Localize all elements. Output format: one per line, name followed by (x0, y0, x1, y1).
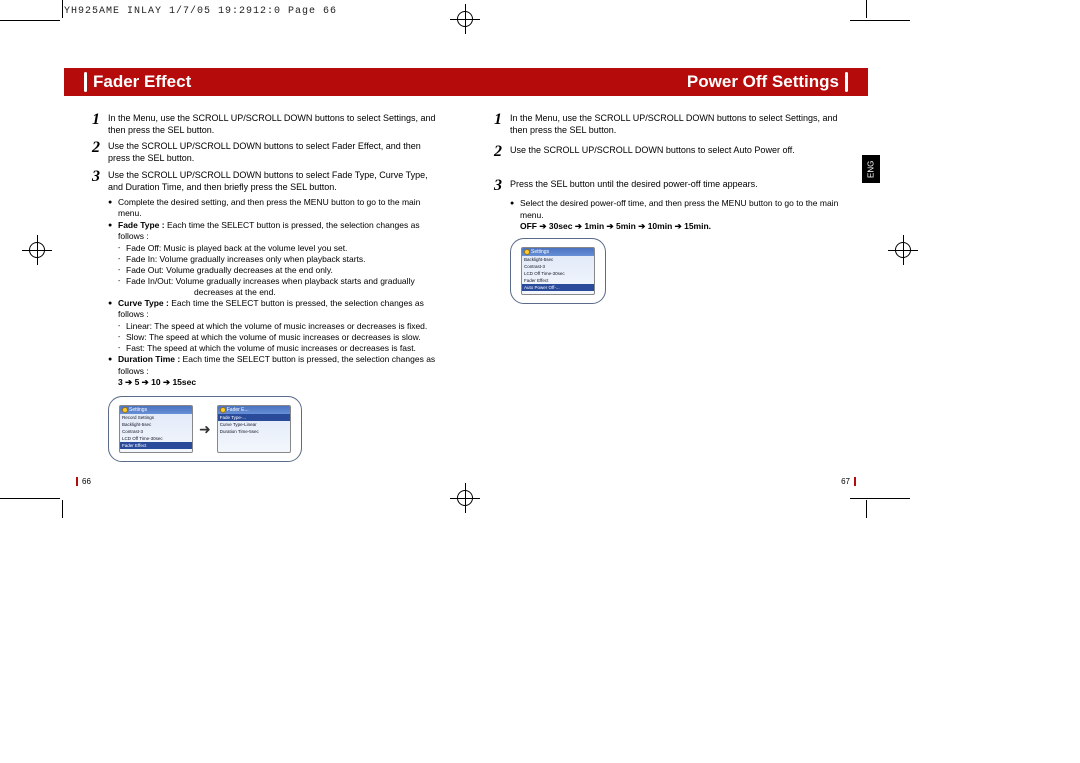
bullet-lead: Curve Type : (118, 298, 171, 308)
screen-header: Settings (522, 248, 594, 256)
bullet-item: Duration Time : Each time the SELECT but… (108, 354, 442, 388)
sub-item: Fast: The speed at which the volume of m… (126, 343, 442, 354)
step-3: 3 Press the SEL button until the desired… (494, 178, 840, 194)
bullet-item: Fade Type : Each time the SELECT button … (108, 220, 442, 287)
title-accent-icon (84, 72, 87, 92)
device-screen-fader: Fader E... Fade Type-... Curve Type-Line… (217, 405, 291, 453)
sub-item: Linear: The speed at which the volume of… (126, 321, 442, 332)
crop-mark (866, 500, 867, 518)
sub-item: Fade In/Out: Volume gradually increases … (126, 276, 442, 287)
step-text: Use the SCROLL UP/SCROLL DOWN buttons to… (108, 169, 438, 193)
gear-icon (220, 407, 226, 413)
screen-row: Backlight-5sec (120, 421, 192, 428)
sub-item: Slow: The speed at which the volume of m… (126, 332, 442, 343)
title-bar-right: Power Off Settings (466, 68, 868, 96)
screen-row: Duration Time-5sec (218, 428, 290, 435)
screen-row-selected: Fade Type-... (218, 414, 290, 421)
step-number: 2 (494, 144, 510, 160)
bullet-lead: Duration Time : (118, 354, 183, 364)
step-2: 2 Use the SCROLL UP/SCROLL DOWN buttons … (92, 140, 438, 164)
step-number: 1 (494, 112, 510, 136)
bullet-list: Complete the desired setting, and then p… (108, 197, 442, 287)
bullet-list: Select the desired power-off time, and t… (510, 198, 844, 221)
screen-header: Fader E... (218, 406, 290, 414)
bullet-lead: Fade Type : (118, 220, 167, 230)
step-text: Press the SEL button until the desired p… (510, 178, 758, 194)
bullet-item: Complete the desired setting, and then p… (108, 197, 442, 220)
screenshot-group: Settings Record Settings Backlight-5sec … (108, 396, 302, 462)
registration-mark-icon (22, 235, 52, 265)
page-left: Fader Effect 1 In the Menu, use the SCRO… (64, 20, 466, 498)
step-text: Use the SCROLL UP/SCROLL DOWN buttons to… (108, 140, 438, 164)
arrow-right-icon: ➜ (199, 421, 211, 438)
screen-row: Curve Type-Linear (218, 421, 290, 428)
step-1: 1 In the Menu, use the SCROLL UP/SCROLL … (92, 112, 438, 136)
step-text: In the Menu, use the SCROLL UP/SCROLL DO… (108, 112, 438, 136)
step-number: 2 (92, 140, 108, 164)
sub-list: Fade Off: Music is played back at the vo… (126, 243, 442, 287)
sub-item: Fade In: Volume gradually increases only… (126, 254, 442, 265)
screen-row: Fader Effect (522, 277, 594, 284)
crop-mark (0, 498, 60, 499)
screen-row: Contrast-3 (522, 263, 594, 270)
screen-row: Backlight-5sec (522, 256, 594, 263)
sub-item: Fade Off: Music is played back at the vo… (126, 243, 442, 254)
screen-header: Settings (120, 406, 192, 414)
device-screen-settings: Settings Backlight-5sec Contrast-3 LCD O… (521, 247, 595, 295)
step-1: 1 In the Menu, use the SCROLL UP/SCROLL … (494, 112, 840, 136)
screen-row: LCD Off Time-30sec (120, 435, 192, 442)
device-screen-settings: Settings Record Settings Backlight-5sec … (119, 405, 193, 453)
page-title: Power Off Settings (687, 72, 839, 92)
screen-row-selected: Auto Power Off-... (522, 284, 594, 291)
screenshot-group: Settings Backlight-5sec Contrast-3 LCD O… (510, 238, 606, 304)
sequence-text: 3 ➔ 5 ➔ 10 ➔ 15sec (118, 377, 442, 388)
step-text: In the Menu, use the SCROLL UP/SCROLL DO… (510, 112, 840, 136)
sequence-text: OFF ➔ 30sec ➔ 1min ➔ 5min ➔ 10min ➔ 15mi… (520, 221, 844, 232)
step-text: Use the SCROLL UP/SCROLL DOWN buttons to… (510, 144, 795, 160)
page-right: Power Off Settings 1 In the Menu, use th… (466, 20, 868, 498)
screen-row-selected: Fader Effect (120, 442, 192, 449)
step-number: 1 (92, 112, 108, 136)
language-tab: ENG (862, 155, 880, 183)
title-accent-icon (845, 72, 848, 92)
gear-icon (122, 407, 128, 413)
bullet-list: Curve Type : Each time the SELECT button… (108, 298, 442, 388)
bullet-item: Curve Type : Each time the SELECT button… (108, 298, 442, 354)
page-number: 67 (841, 477, 856, 486)
gear-icon (524, 249, 530, 255)
title-bar-left: Fader Effect (64, 68, 466, 96)
step-3: 3 Use the SCROLL UP/SCROLL DOWN buttons … (92, 169, 438, 193)
crop-mark (866, 0, 867, 18)
screen-row: Record Settings (120, 414, 192, 421)
page-title: Fader Effect (93, 72, 191, 92)
screen-row: LCD Off Time-30sec (522, 270, 594, 277)
step-2: 2 Use the SCROLL UP/SCROLL DOWN buttons … (494, 144, 840, 160)
crop-mark (850, 498, 910, 499)
crop-mark (0, 20, 60, 21)
crop-mark (62, 0, 63, 18)
page-spread: Fader Effect 1 In the Menu, use the SCRO… (64, 20, 868, 498)
page-number: 66 (76, 477, 91, 486)
sub-item-continuation: decreases at the end. (194, 287, 442, 298)
registration-mark-icon (888, 235, 918, 265)
sub-list: Linear: The speed at which the volume of… (126, 321, 442, 354)
step-number: 3 (494, 178, 510, 194)
sub-item: Fade Out: Volume gradually decreases at … (126, 265, 442, 276)
print-header: YH925AME INLAY 1/7/05 19:2912:0 Page 66 (64, 6, 337, 17)
bullet-item: Select the desired power-off time, and t… (510, 198, 844, 221)
crop-mark (62, 500, 63, 518)
step-number: 3 (92, 169, 108, 193)
screen-row: Contrast-3 (120, 428, 192, 435)
